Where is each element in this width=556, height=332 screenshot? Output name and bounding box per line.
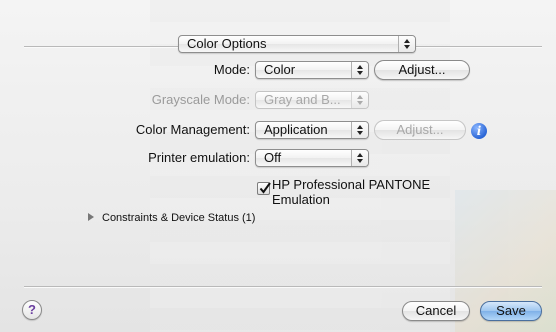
checkmark-icon	[259, 182, 271, 194]
constraints-disclosure-label: Constraints & Device Status (1)	[102, 212, 256, 224]
color-management-popup[interactable]: Application	[255, 121, 369, 139]
cancel-button[interactable]: Cancel	[402, 301, 470, 321]
printer-emulation-popup-value: Off	[264, 150, 282, 165]
mode-adjust-button[interactable]: Adjust...	[374, 60, 470, 80]
color-management-popup-value: Application	[264, 122, 328, 137]
mode-popup[interactable]: Color	[255, 61, 369, 79]
updown-arrows-icon	[351, 62, 368, 78]
color-management-adjust-button[interactable]: Adjust...	[374, 120, 466, 140]
constraints-disclosure[interactable]: Constraints & Device Status (1)	[88, 212, 255, 224]
mode-label: Mode:	[213, 62, 250, 77]
printer-emulation-popup[interactable]: Off	[255, 149, 369, 167]
updown-arrows-icon	[351, 150, 368, 166]
printer-emulation-label: Printer emulation:	[148, 150, 250, 165]
pantone-emulation-label: HP Professional PANTONE Emulation	[272, 177, 430, 207]
disclosure-triangle-icon	[88, 213, 94, 222]
info-icon[interactable]: i	[471, 123, 487, 139]
print-dialog-sheet: Color Options Mode: Color Adjust... Gray…	[0, 0, 556, 332]
grayscale-mode-popup[interactable]: Gray and B...	[255, 91, 369, 109]
section-popup-value: Color Options	[187, 36, 267, 51]
section-popup[interactable]: Color Options	[178, 35, 416, 53]
pantone-emulation-label-line2: Emulation	[272, 192, 330, 207]
updown-arrows-icon	[398, 36, 415, 52]
updown-arrows-icon	[351, 92, 368, 108]
save-button[interactable]: Save	[480, 301, 542, 321]
bottom-divider	[24, 286, 542, 287]
updown-arrows-icon	[351, 122, 368, 138]
grayscale-mode-popup-value: Gray and B...	[264, 92, 341, 107]
help-icon[interactable]: ?	[22, 300, 42, 320]
pantone-emulation-label-line1: HP Professional PANTONE	[272, 177, 431, 192]
grayscale-mode-label: Grayscale Mode:	[151, 92, 250, 107]
color-management-label: Color Management:	[135, 122, 250, 137]
mode-popup-value: Color	[264, 62, 296, 77]
pantone-emulation-checkbox[interactable]	[257, 182, 271, 195]
